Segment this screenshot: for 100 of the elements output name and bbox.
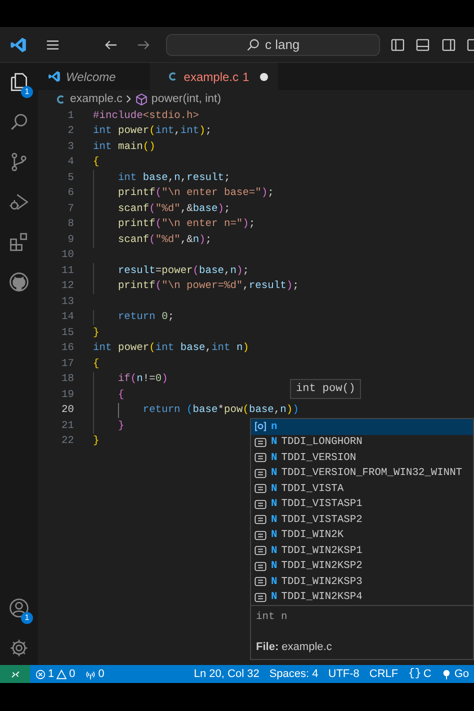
line-number: 5 bbox=[66, 172, 74, 184]
code-line: return 0; bbox=[116, 311, 174, 324]
code-line: } bbox=[93, 326, 100, 339]
line-number: 15 bbox=[60, 326, 74, 339]
line-number: 8 bbox=[66, 218, 74, 230]
command-search-field[interactable]: c lang bbox=[166, 34, 380, 56]
vscode-logo-icon[interactable] bbox=[10, 36, 28, 54]
code-line: printf("\n power=%d",result); bbox=[116, 280, 299, 292]
suggestion-item[interactable]: N TDDI_VERSION_FROM_WIN32_WINNT bbox=[251, 466, 473, 481]
code-line: result=power(base,n); bbox=[116, 264, 249, 277]
constant-icon bbox=[254, 560, 267, 573]
constant-icon bbox=[254, 482, 267, 496]
code-line: int base,n,result; bbox=[116, 172, 230, 184]
detail-file: File: example.c bbox=[256, 641, 333, 653]
line-number: 9 bbox=[66, 234, 74, 246]
suggestion-item[interactable]: N TDDI_VISTASP2 bbox=[251, 512, 473, 528]
github-icon bbox=[8, 271, 30, 293]
account-icon bbox=[8, 597, 30, 619]
constant-icon bbox=[254, 451, 267, 464]
constant-icon bbox=[254, 513, 267, 526]
extensions-icon bbox=[8, 231, 30, 253]
suggestion-item[interactable]: N TDDI_WIN2KSP1 bbox=[251, 543, 473, 558]
count-badge: 1 bbox=[21, 86, 33, 98]
line-number: 20 bbox=[60, 404, 74, 416]
layout-icon[interactable] bbox=[466, 36, 474, 52]
line-number: 4 bbox=[66, 156, 74, 168]
split-layout-icon[interactable] bbox=[440, 36, 456, 52]
suggestion-item[interactable]: n bbox=[251, 419, 473, 434]
vscode-logo-icon bbox=[48, 70, 61, 83]
line-number: 10 bbox=[60, 249, 74, 262]
suggestion-item[interactable]: N TDDI_WIN2KSP2 bbox=[251, 558, 473, 574]
count-badge: 1 bbox=[21, 612, 33, 624]
line-number: 6 bbox=[66, 187, 74, 200]
line-number: 14 bbox=[60, 311, 74, 324]
breadcrumb-item[interactable]: example.c bbox=[70, 93, 122, 105]
editor-tab[interactable]: example.c 1 bbox=[150, 63, 278, 90]
code-line: #include<stdio.h> bbox=[93, 110, 200, 122]
error-icon bbox=[35, 668, 46, 680]
code-line: } bbox=[93, 435, 100, 448]
settings-icon bbox=[8, 637, 30, 659]
hover-tooltip: int pow() bbox=[290, 379, 362, 399]
code-line: int main() bbox=[93, 140, 156, 153]
constant-icon bbox=[254, 466, 267, 480]
line-number: 22 bbox=[60, 435, 74, 448]
line-number: 3 bbox=[66, 140, 74, 153]
sidebar-layout-icon[interactable] bbox=[390, 36, 406, 52]
code-line: return (base*pow(base,n)) bbox=[142, 404, 299, 416]
code-line: { bbox=[93, 358, 100, 370]
language-mode-button[interactable]: {} C bbox=[403, 668, 436, 680]
code-line: int power(int base,int n) bbox=[93, 342, 249, 354]
line-number: 2 bbox=[66, 125, 74, 138]
line-number: 7 bbox=[66, 202, 74, 215]
warning-icon bbox=[56, 668, 68, 680]
constant-icon bbox=[254, 498, 267, 511]
constant-icon bbox=[254, 436, 267, 449]
code-line: scanf("%d",&base); bbox=[116, 202, 230, 215]
line-number: 13 bbox=[60, 296, 74, 308]
variable-icon bbox=[254, 420, 267, 434]
files-icon bbox=[8, 71, 30, 93]
line-number: 12 bbox=[60, 280, 74, 292]
detail-signature: int n bbox=[256, 611, 288, 623]
search-icon bbox=[246, 38, 260, 52]
constant-icon bbox=[254, 590, 267, 604]
remote-icon bbox=[10, 668, 20, 680]
panel-layout-icon[interactable] bbox=[415, 36, 431, 52]
cube-icon bbox=[135, 92, 148, 106]
suggestion-item[interactable]: N TDDI_WIN2KSP4 bbox=[251, 590, 473, 605]
suggestion-item[interactable]: N TDDI_WIN2KSP3 bbox=[251, 574, 473, 590]
code-line: int power(int,int); bbox=[93, 125, 212, 138]
suggestion-item[interactable]: N TDDI_WIN2K bbox=[251, 528, 473, 543]
line-number: 18 bbox=[60, 373, 74, 386]
line-number: 11 bbox=[60, 264, 74, 277]
suggestion-item[interactable]: N TDDI_VERSION bbox=[251, 450, 473, 466]
status-item[interactable]: Ln 20, Col 32 bbox=[188, 668, 264, 680]
code-line: { bbox=[93, 156, 100, 168]
go-live-button[interactable]: Go bbox=[436, 668, 474, 680]
code-line: printf("\n enter base="); bbox=[116, 187, 274, 200]
code-line: printf("\n enter n="); bbox=[116, 218, 256, 230]
status-item[interactable]: CRLF bbox=[364, 668, 404, 680]
suggestion-item[interactable]: N TDDI_VISTA bbox=[251, 481, 473, 496]
line-number: 17 bbox=[60, 358, 74, 370]
activity-bar-button[interactable]: 1 bbox=[0, 69, 38, 95]
status-item[interactable]: Spaces: 4 bbox=[264, 668, 324, 680]
constant-icon bbox=[254, 575, 267, 588]
code-line: { bbox=[116, 388, 124, 401]
problems-button[interactable]: 1 0 bbox=[30, 668, 80, 680]
breadcrumb-item[interactable]: power(int, int) bbox=[151, 93, 222, 105]
suggestion-item[interactable]: N TDDI_LONGHORN bbox=[251, 434, 473, 450]
constant-icon bbox=[254, 528, 267, 542]
line-number: 19 bbox=[60, 388, 74, 401]
ports-button[interactable]: 0 bbox=[80, 668, 110, 680]
suggestion-item[interactable]: N TDDI_VISTASP1 bbox=[251, 496, 473, 512]
status-item[interactable]: UTF-8 bbox=[323, 668, 364, 680]
code-line: if(n!=0) bbox=[116, 373, 168, 386]
activity-bar-button[interactable]: 1 bbox=[0, 595, 38, 621]
line-number: 21 bbox=[60, 420, 74, 432]
search-icon bbox=[8, 111, 30, 133]
code-line: scanf("%d",&n); bbox=[116, 234, 212, 246]
line-number: 16 bbox=[60, 342, 74, 354]
code-line: } bbox=[116, 420, 124, 432]
